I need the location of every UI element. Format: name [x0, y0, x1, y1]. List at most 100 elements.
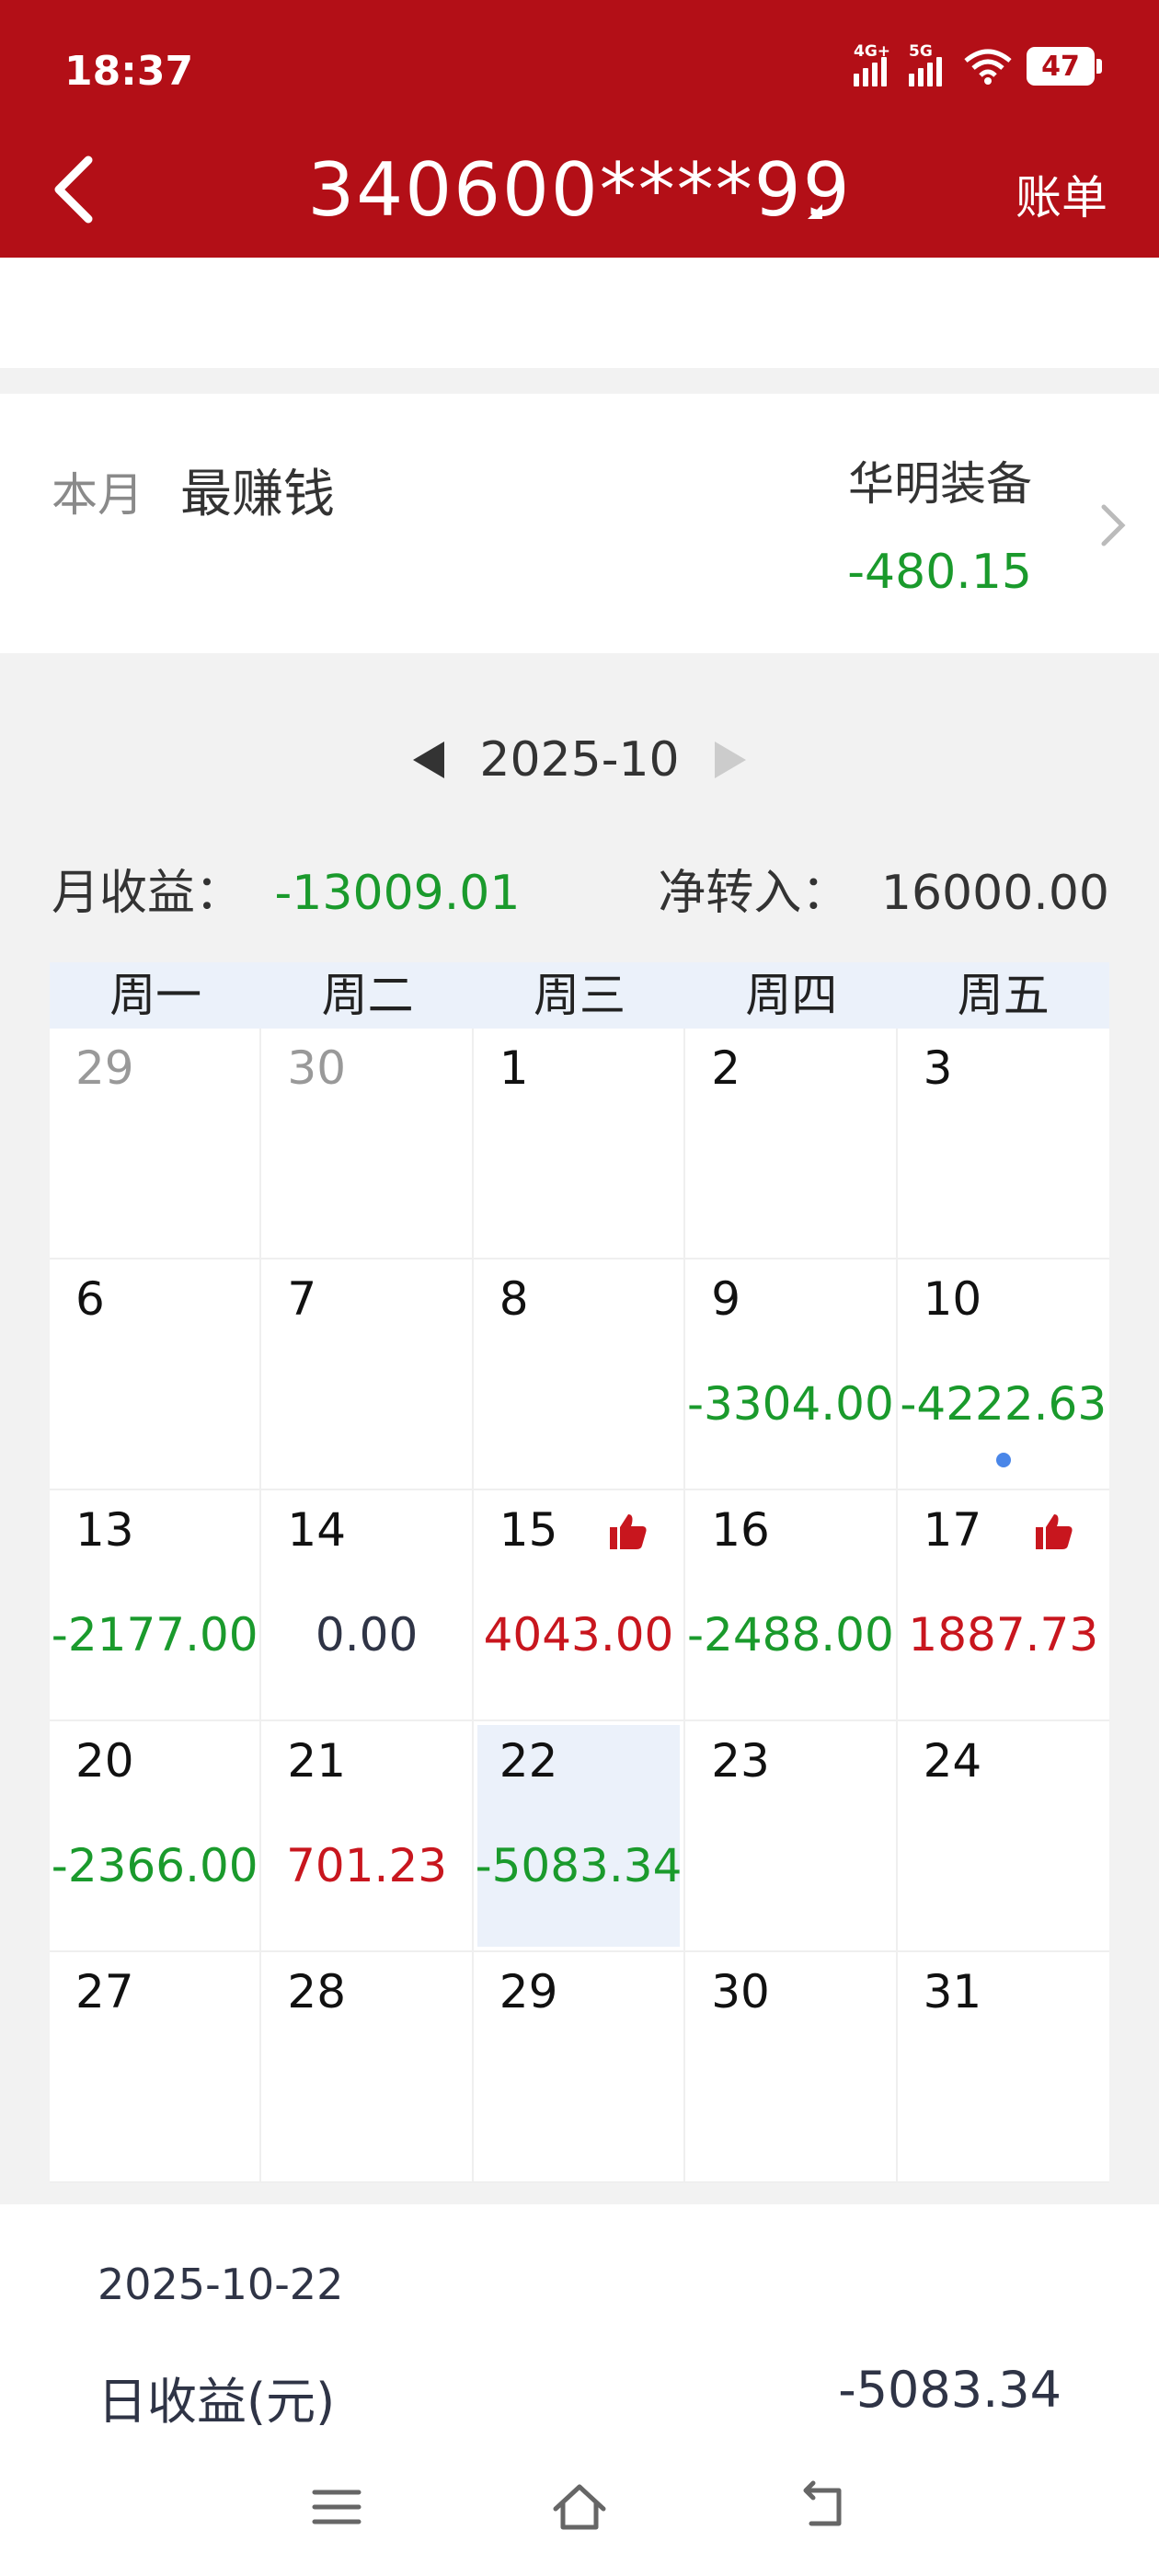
- day-number: 30: [287, 1041, 347, 1095]
- status-time: 18:37: [64, 48, 194, 95]
- day-number: 13: [75, 1503, 134, 1557]
- day-number: 1: [499, 1041, 529, 1095]
- calendar-day-cell[interactable]: 22 -5083.34: [473, 1721, 686, 1952]
- calendar-day-cell[interactable]: 31: [897, 1952, 1109, 2183]
- blank-band: [0, 258, 1159, 368]
- weekday-header: 周一 周二 周三 周四 周五: [50, 962, 1109, 1029]
- next-month-icon[interactable]: [714, 742, 746, 778]
- day-number: 30: [711, 1965, 770, 2018]
- net-transfer: 净转入： 16000.00: [658, 854, 1109, 923]
- prev-month-icon[interactable]: [413, 742, 445, 778]
- day-number: 20: [75, 1734, 134, 1788]
- menu-icon[interactable]: [307, 2478, 366, 2536]
- bill-button[interactable]: 账单: [1016, 161, 1107, 227]
- calendar-day-cell[interactable]: 17 1887.73: [897, 1490, 1109, 1721]
- dropdown-corner-icon: [808, 204, 822, 219]
- day-number: 6: [75, 1272, 105, 1326]
- calendar-day-cell[interactable]: 2: [685, 1029, 898, 1259]
- home-icon[interactable]: [550, 2478, 609, 2536]
- calendar-day-cell[interactable]: 30: [685, 1952, 898, 2183]
- thumbs-up-icon: [1035, 1514, 1073, 1549]
- status-icons: 4G+ 5G 47: [854, 42, 1102, 86]
- day-number: 29: [75, 1041, 134, 1095]
- day-number: 31: [923, 1965, 982, 2018]
- calendar-day-cell[interactable]: 8: [473, 1259, 686, 1490]
- calendar-day-cell[interactable]: 10 -4222.63: [897, 1259, 1109, 1490]
- back-icon[interactable]: [793, 2478, 852, 2536]
- day-number: 24: [923, 1734, 982, 1788]
- month-navigator: 2025-10: [0, 732, 1159, 788]
- calendar-day-cell[interactable]: 24: [897, 1721, 1109, 1952]
- day-number: 15: [499, 1503, 558, 1557]
- calendar-day-cell[interactable]: 28: [261, 1952, 474, 2183]
- best-profit-label: 最赚钱: [180, 465, 335, 524]
- monthly-best-card[interactable]: 本月 最赚钱 华明装备 -480.15: [0, 394, 1159, 653]
- system-nav-bar: [0, 2466, 1159, 2548]
- day-number: 10: [923, 1272, 982, 1326]
- calendar-day-cell[interactable]: 1: [473, 1029, 686, 1259]
- month-income-value: -13009.01: [274, 866, 521, 921]
- calendar-day-cell[interactable]: 3: [897, 1029, 1109, 1259]
- this-month-label: 本月: [52, 468, 143, 522]
- daily-income-label: 日收益(元): [98, 2373, 336, 2431]
- calendar-day-cell[interactable]: 29: [473, 1952, 686, 2183]
- net-transfer-label: 净转入：: [658, 866, 850, 921]
- net-transfer-value: 16000.00: [880, 866, 1109, 921]
- day-amount: -5083.34: [475, 1839, 683, 1892]
- thumbs-up-icon: [610, 1514, 647, 1549]
- chevron-right-icon[interactable]: [1095, 500, 1131, 551]
- day-number: 22: [499, 1734, 558, 1788]
- day-amount: -4222.63: [900, 1377, 1107, 1431]
- day-number: 9: [711, 1272, 740, 1326]
- page-title: 340600****99: [307, 147, 852, 233]
- day-amount: -3304.00: [686, 1377, 894, 1431]
- day-number: 23: [711, 1734, 770, 1788]
- day-number: 28: [287, 1965, 347, 2018]
- day-amount: -2366.00: [51, 1839, 258, 1892]
- calendar-day-cell[interactable]: 15 4043.00: [473, 1490, 686, 1721]
- day-amount: 4043.00: [483, 1608, 674, 1662]
- calendar-day-cell[interactable]: 20 -2366.00: [50, 1721, 262, 1952]
- app-header: 18:37 4G+ 5G 47 340600****99 账单: [0, 0, 1159, 258]
- calendar-grid: 29 30 1 2 3 6 7 8 9 -3304.00 10 -4222.63 13 -2177.00 1…: [50, 1029, 1109, 2183]
- calendar-day-cell[interactable]: 7: [261, 1259, 474, 1490]
- calendar-day-cell[interactable]: 30: [261, 1029, 474, 1259]
- calendar-day-cell[interactable]: 23: [685, 1721, 898, 1952]
- signal-4g-icon: 4G+: [854, 42, 894, 86]
- day-amount: -2488.00: [686, 1608, 894, 1662]
- signal-5g-icon: 5G: [909, 42, 949, 86]
- day-amount: -2177.00: [51, 1608, 258, 1662]
- current-month: 2025-10: [479, 732, 680, 788]
- day-number: 27: [75, 1965, 134, 2018]
- weekday-thu: 周四: [745, 969, 838, 1022]
- calendar-day-cell[interactable]: 9 -3304.00: [685, 1259, 898, 1490]
- calendar-day-cell[interactable]: 14 0.00: [261, 1490, 474, 1721]
- day-number: 21: [287, 1734, 347, 1788]
- calendar-day-cell[interactable]: 27: [50, 1952, 262, 2183]
- day-number: 7: [287, 1272, 317, 1326]
- detail-date: 2025-10-22: [98, 2260, 344, 2309]
- month-summary: 月收益： -13009.01 净转入： 16000.00: [52, 854, 1109, 923]
- calendar-day-cell[interactable]: 16 -2488.00: [685, 1490, 898, 1721]
- weekday-wed: 周三: [533, 969, 625, 1022]
- calendar-day-cell[interactable]: 13 -2177.00: [50, 1490, 262, 1721]
- best-stock-name: 华明装备: [848, 457, 1032, 511]
- day-number: 14: [287, 1503, 347, 1557]
- day-amount: 0.00: [315, 1608, 419, 1662]
- day-number: 8: [499, 1272, 529, 1326]
- day-number: 3: [923, 1041, 953, 1095]
- calendar: 周一 周二 周三 周四 周五 29 30 1 2 3 6 7 8 9 -3304.00 10 -422…: [50, 962, 1109, 2183]
- daily-income-value: -5083.34: [838, 2361, 1061, 2419]
- weekday-fri: 周五: [957, 969, 1050, 1022]
- day-number: 16: [711, 1503, 770, 1557]
- battery-icon: 47: [1027, 47, 1102, 86]
- best-stock-value: -480.15: [847, 545, 1032, 600]
- day-amount: 701.23: [286, 1839, 448, 1892]
- calendar-day-cell[interactable]: 29: [50, 1029, 262, 1259]
- calendar-day-cell[interactable]: 6: [50, 1259, 262, 1490]
- calendar-day-cell[interactable]: 21 701.23: [261, 1721, 474, 1952]
- day-number: 29: [499, 1965, 558, 2018]
- month-income-label: 月收益：: [52, 866, 244, 921]
- weekday-mon: 周一: [109, 969, 202, 1022]
- day-number: 17: [923, 1503, 982, 1557]
